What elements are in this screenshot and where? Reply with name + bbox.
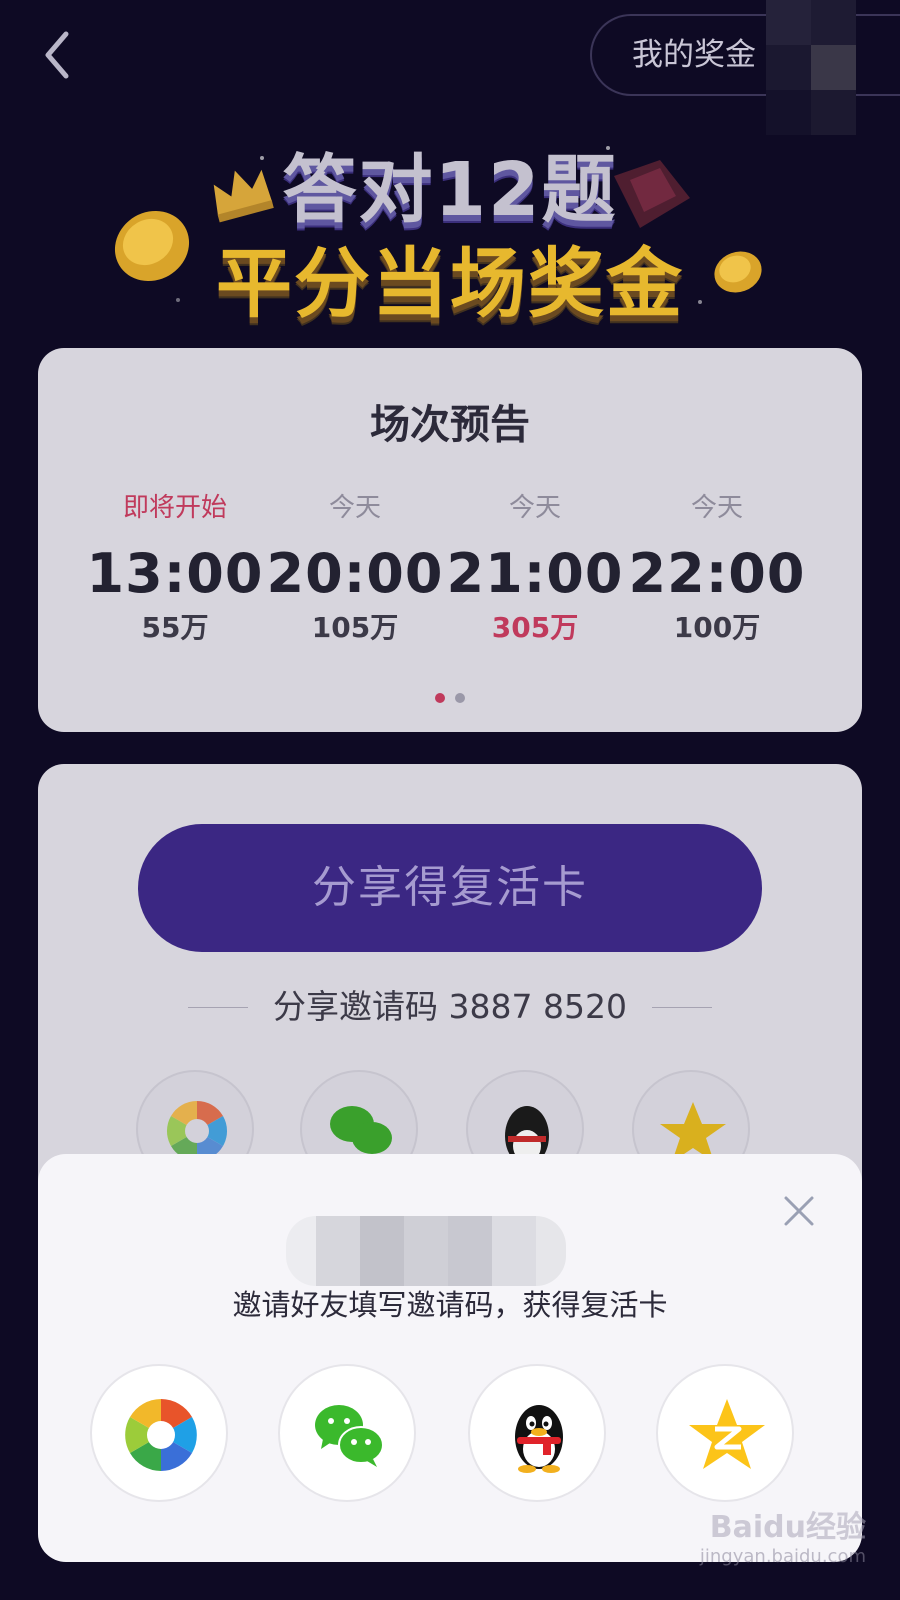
wechat-icon	[315, 1405, 384, 1467]
pixelated-illustration	[286, 1216, 566, 1286]
share-revive-card-button[interactable]: 分享得复活卡	[138, 824, 762, 952]
slot-tag: 今天	[508, 493, 561, 523]
slot-prize: 55万	[141, 611, 209, 644]
chevron-left-icon	[45, 31, 69, 79]
slot-prize: 100万	[673, 611, 761, 644]
page-dot[interactable]	[455, 693, 465, 703]
watermark: Baidu经验 jingyan.baidu.com	[666, 1502, 866, 1572]
watermark-logo: Baidu经验	[709, 1510, 866, 1545]
page-dot-active[interactable]	[435, 693, 445, 703]
slot-tag: 即将开始	[122, 493, 227, 523]
qq-share-button[interactable]	[468, 1364, 606, 1502]
moments-share-button[interactable]	[90, 1364, 228, 1502]
banner-headline: 答对12题	[282, 147, 618, 233]
back-button[interactable]	[36, 28, 84, 82]
schedule-slot[interactable]: 今天 21:00 305万	[444, 488, 626, 648]
modal-message: 邀请好友填写邀请码，获得复活卡	[232, 1288, 668, 1322]
qzone-share-button[interactable]	[656, 1364, 794, 1502]
pixelated-avatar	[766, 0, 856, 135]
slot-tag: 今天	[328, 493, 381, 523]
slot-prize: 305万	[491, 611, 579, 644]
slot-prize: 105万	[311, 611, 399, 644]
schedule-title: 场次预告	[370, 402, 530, 448]
share-modal: 邀请好友填写邀请码，获得复活卡	[38, 1154, 862, 1562]
watermark-url: jingyan.baidu.com	[699, 1546, 866, 1567]
invite-code-text: 分享邀请码 3887 8520	[273, 987, 627, 1026]
page-indicator	[38, 688, 862, 707]
banner-subheadline: 平分当场奖金	[216, 239, 684, 328]
slot-time: 22:00	[628, 542, 806, 605]
schedule-slot[interactable]: 即将开始 13:00 55万	[84, 488, 266, 648]
qq-icon	[515, 1405, 563, 1473]
close-button[interactable]	[782, 1194, 816, 1228]
share-card: 分享得复活卡 分享邀请码 3887 8520	[38, 764, 862, 1188]
schedule-slot[interactable]: 今天 22:00 100万	[626, 488, 808, 648]
schedule-slot[interactable]: 今天 20:00 105万	[264, 488, 446, 648]
qzone-icon	[689, 1399, 765, 1469]
slot-time: 20:00	[266, 542, 444, 605]
slot-time: 13:00	[86, 542, 264, 605]
close-icon	[784, 1196, 814, 1226]
slot-time: 21:00	[446, 542, 624, 605]
moments-icon	[125, 1399, 197, 1471]
slot-tag: 今天	[690, 493, 743, 523]
schedule-card: 场次预告 即将开始 13:00 55万 今天 20:00 105万 今天 21:…	[38, 348, 862, 732]
wechat-share-button[interactable]	[278, 1364, 416, 1502]
invite-code-row: 分享邀请码 3887 8520	[188, 982, 712, 1032]
divider	[652, 1007, 712, 1008]
